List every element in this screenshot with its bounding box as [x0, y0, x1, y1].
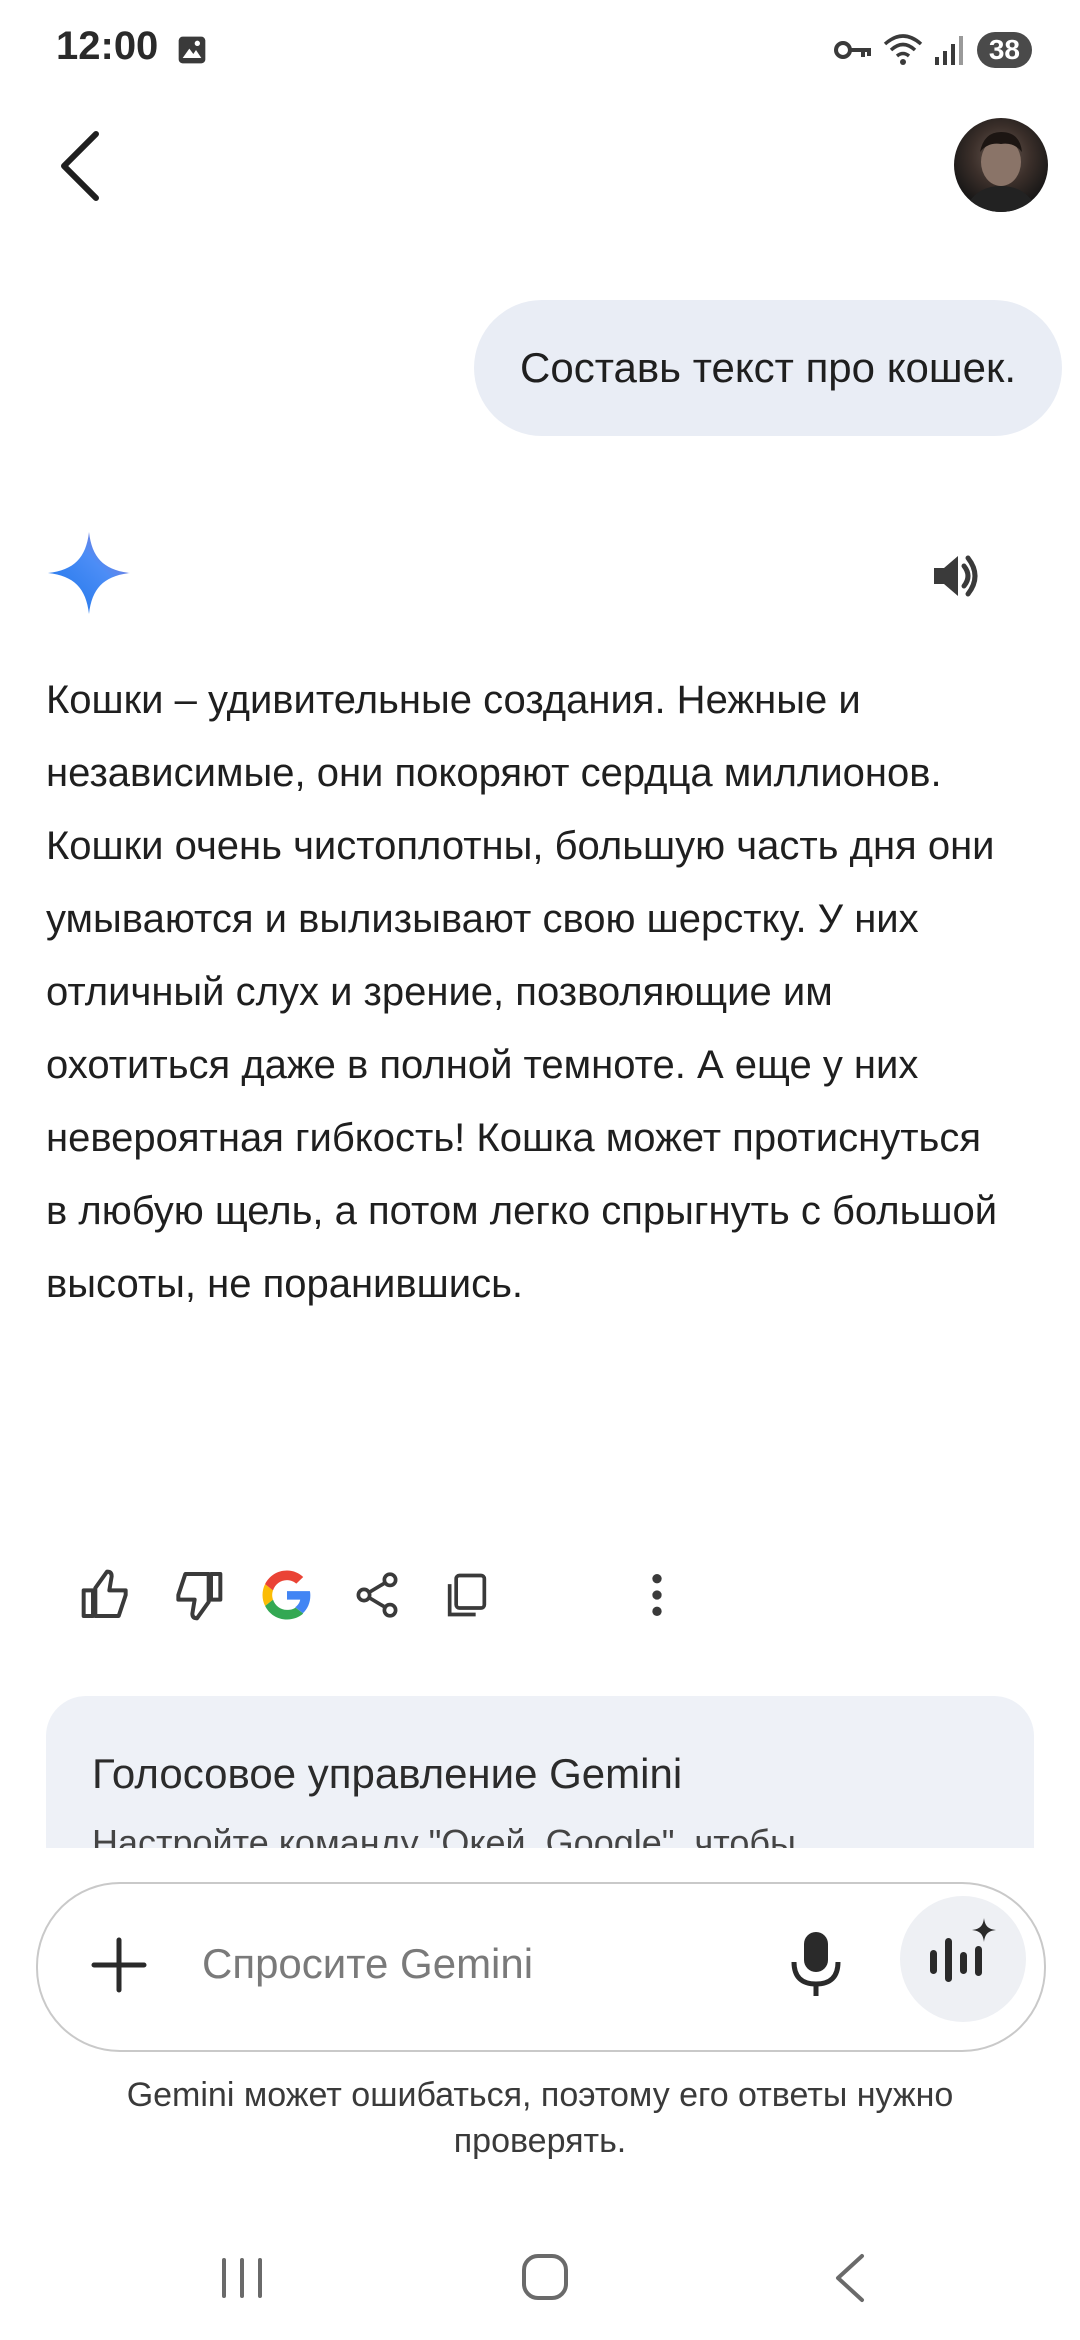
gallery-icon [178, 36, 206, 64]
prompt-input-bar[interactable] [36, 1882, 1046, 2052]
card-title: Голосовое управление Gemini [92, 1750, 683, 1797]
prompt-placeholder[interactable]: Спросите Gemini [202, 1940, 533, 1988]
response-actions [70, 1560, 970, 1630]
voice-control-card[interactable]: Голосовое управление Gemini Настройте ко… [46, 1696, 1034, 1856]
user-message-text: Составь текст про кошек. [520, 344, 1016, 391]
assistant-response: Кошки – удивительные создания. Нежные и … [46, 678, 998, 1306]
back-icon[interactable] [830, 2252, 870, 2304]
vpn-key-icon [833, 41, 871, 59]
thumbs-down-icon[interactable] [162, 1560, 232, 1630]
copy-icon[interactable] [432, 1560, 502, 1630]
wifi-icon [883, 34, 923, 65]
mic-icon[interactable] [786, 1928, 846, 2000]
signal-icon [934, 36, 963, 65]
google-icon[interactable] [252, 1560, 322, 1630]
gemini-live-button[interactable] [900, 1896, 1026, 2022]
volume-icon[interactable] [928, 548, 984, 604]
plus-icon[interactable] [84, 1930, 154, 2000]
user-avatar[interactable] [954, 118, 1048, 212]
home-icon[interactable] [520, 2252, 570, 2302]
status-time: 12:00 [56, 24, 159, 68]
thumbs-up-icon[interactable] [72, 1560, 142, 1630]
disclaimer-text: Gemini может ошибаться, поэтому его отве… [126, 2076, 954, 2160]
scroll-edge [0, 1848, 1080, 1884]
user-message-bubble: Составь текст про кошек. [474, 300, 1062, 436]
avatar-face [964, 132, 1038, 212]
gemini-live-icon [930, 1918, 996, 1982]
battery-indicator: 38 [976, 32, 1032, 68]
status-icons: 38 [833, 30, 1032, 70]
share-icon[interactable] [342, 1560, 412, 1630]
chevron-left-icon[interactable] [52, 128, 108, 204]
gemini-sparkle-icon [48, 532, 130, 614]
more-vert-icon[interactable] [622, 1560, 692, 1630]
recent-apps-icon[interactable] [216, 2254, 268, 2302]
